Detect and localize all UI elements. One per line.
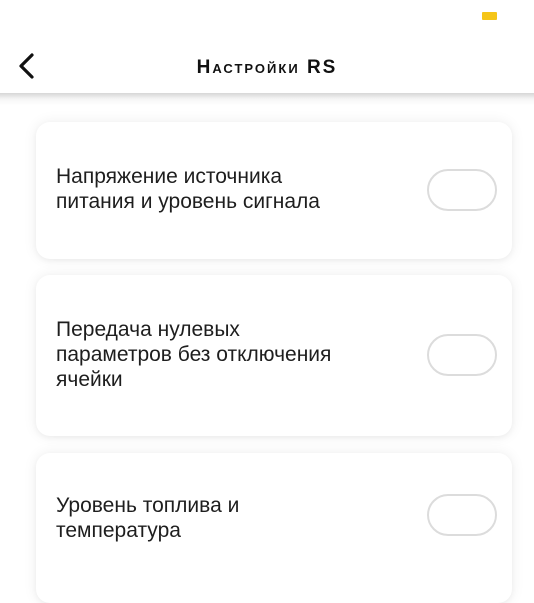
toggle-fuel-temperature[interactable] bbox=[427, 494, 497, 536]
setting-card-power-signal: Напряжение источника питания и уровень с… bbox=[36, 122, 512, 259]
status-bar bbox=[0, 0, 534, 40]
setting-label-fuel-temperature: Уровень топлива и температура bbox=[56, 494, 240, 542]
battery-icon bbox=[482, 12, 497, 20]
settings-list: Напряжение источника питания и уровень с… bbox=[0, 105, 534, 603]
setting-label-power-signal: Напряжение источника питания и уровень с… bbox=[56, 165, 320, 213]
page-title: Настройки RS bbox=[196, 57, 338, 78]
toggle-zero-params[interactable] bbox=[427, 334, 497, 376]
setting-card-fuel-temperature: Уровень топлива и температура bbox=[36, 453, 512, 603]
setting-label-zero-params: Передача нулевых параметров без отключен… bbox=[56, 318, 332, 391]
header-divider bbox=[0, 93, 534, 105]
setting-card-zero-params: Передача нулевых параметров без отключен… bbox=[36, 275, 512, 436]
app-header: Настройки RS bbox=[0, 40, 534, 96]
toggle-power-signal[interactable] bbox=[427, 169, 497, 211]
